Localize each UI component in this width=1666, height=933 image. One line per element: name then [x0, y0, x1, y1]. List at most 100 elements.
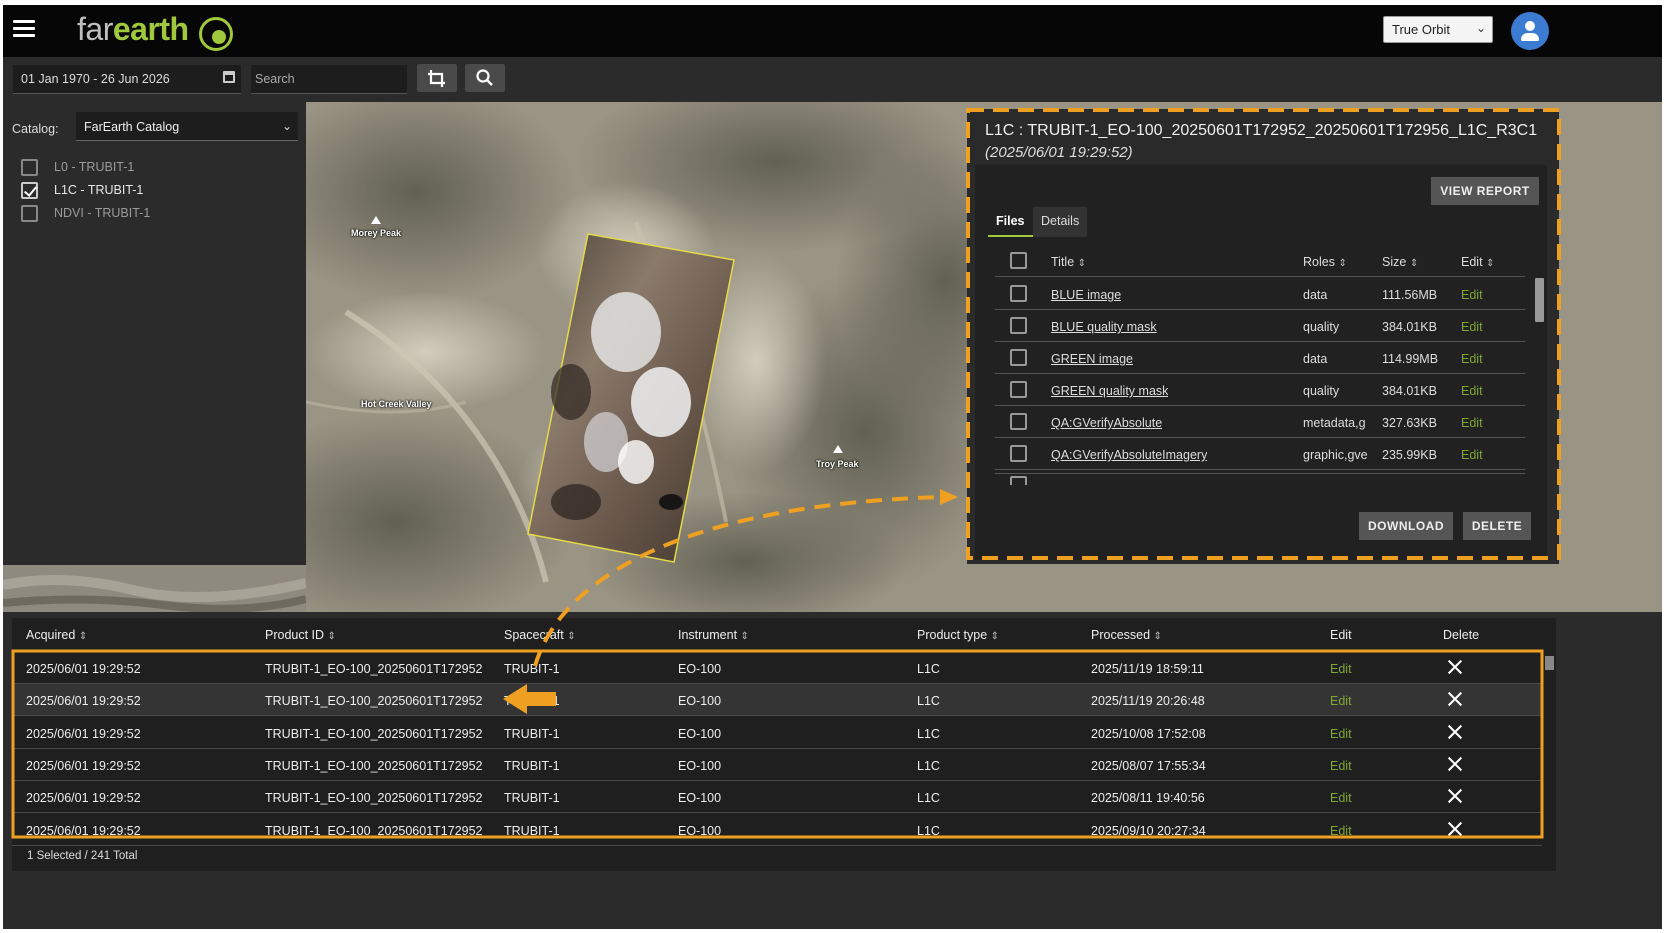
file-title-link[interactable]: BLUE image: [1051, 288, 1121, 302]
column-title[interactable]: Title ⇕: [1051, 255, 1086, 269]
map-view-strip[interactable]: [3, 565, 306, 612]
cell-processed: 2025/11/19 20:26:48: [1091, 694, 1205, 709]
user-avatar-icon[interactable]: [1511, 12, 1549, 50]
row-edit-link[interactable]: Edit: [1330, 662, 1352, 676]
tab-details[interactable]: Details: [1033, 207, 1088, 237]
row-edit-link[interactable]: Edit: [1330, 727, 1352, 741]
search-button[interactable]: [465, 64, 505, 92]
catalog-item-ndvi[interactable]: NDVI - TRUBIT-1: [21, 203, 150, 223]
delete-button[interactable]: DELETE: [1463, 512, 1531, 540]
file-row[interactable]: QA:GVerifyAbsoluteImagery graphic,gve 235.…: [995, 438, 1525, 470]
checkbox[interactable]: [21, 158, 38, 176]
file-row[interactable]: BLUE quality mask quality 384.01KB Edit: [995, 310, 1525, 342]
file-size: 235.99KB: [1382, 448, 1437, 462]
column-instrument[interactable]: Instrument ⇕: [678, 628, 749, 642]
file-title-link[interactable]: BLUE quality mask: [1051, 320, 1157, 334]
row-edit-link[interactable]: Edit: [1330, 759, 1352, 773]
map-label-hot-creek-valley: Hot Creek Valley: [361, 399, 432, 409]
column-processed[interactable]: Processed ⇕: [1091, 628, 1162, 642]
cell-product-type: L1C: [917, 758, 940, 773]
file-row[interactable]: QA:GVerifyAbsolute metadata,g 327.63KB Edit: [995, 406, 1525, 438]
files-scrollbar[interactable]: [1535, 278, 1544, 322]
table-row[interactable]: 2025/06/01 19:29:52 TRUBIT-1_EO-100_20250…: [12, 717, 1542, 749]
column-roles[interactable]: Roles ⇕: [1303, 255, 1347, 269]
column-product-type[interactable]: Product type ⇕: [917, 628, 999, 642]
checkbox-checked[interactable]: [21, 181, 38, 199]
cell-spacecraft: TRUBIT-1: [504, 662, 560, 676]
view-report-button[interactable]: VIEW REPORT: [1431, 177, 1539, 205]
file-row[interactable]: BLUE image data 111.56MB Edit: [995, 278, 1525, 310]
cell-acquired: 2025/06/01 19:29:52: [26, 758, 141, 773]
row-checkbox[interactable]: [1010, 476, 1027, 485]
catalog-item-l0[interactable]: L0 - TRUBIT-1: [21, 157, 134, 177]
orbit-select[interactable]: True Orbit ⌄: [1383, 16, 1493, 43]
file-size: 384.01KB: [1382, 384, 1437, 398]
catalog-select[interactable]: FarEarth Catalog ⌄: [76, 112, 298, 141]
cell-processed: 2025/10/08 17:52:08: [1091, 726, 1206, 741]
table-row[interactable]: 2025/06/01 19:29:52 TRUBIT-1_EO-100_20250…: [12, 814, 1542, 846]
date-range-picker[interactable]: 01 Jan 1970 - 26 Jun 2026: [13, 65, 241, 94]
sort-icon: ⇕: [1153, 631, 1162, 642]
download-button[interactable]: DOWNLOAD: [1359, 512, 1453, 540]
calendar-icon[interactable]: [223, 71, 235, 83]
cell-instrument: EO-100: [678, 726, 722, 741]
table-row-selected[interactable]: 2025/06/01 19:29:52 TRUBIT-1_EO-100_20250…: [12, 684, 1542, 717]
row-edit-link[interactable]: Edit: [1330, 694, 1352, 708]
column-spacecraft[interactable]: Spacecraft ⇕: [504, 628, 576, 642]
delete-x-icon[interactable]: [1447, 821, 1463, 837]
file-edit-link[interactable]: Edit: [1461, 416, 1483, 430]
search-input[interactable]: [251, 65, 407, 94]
select-all-checkbox[interactable]: [1010, 252, 1027, 269]
file-edit-link[interactable]: Edit: [1461, 288, 1483, 302]
cell-acquired: 2025/06/01 19:29:52: [26, 694, 141, 709]
sort-icon: ⇕: [567, 631, 576, 642]
tab-files[interactable]: Files: [988, 207, 1033, 237]
file-edit-link[interactable]: Edit: [1461, 352, 1483, 366]
cell-acquired: 2025/06/01 19:29:52: [26, 726, 141, 741]
row-checkbox[interactable]: [1010, 381, 1027, 398]
sort-icon: ⇕: [990, 631, 1000, 642]
row-edit-link[interactable]: Edit: [1330, 791, 1352, 805]
file-edit-link[interactable]: Edit: [1461, 384, 1483, 398]
delete-x-icon[interactable]: [1447, 724, 1463, 740]
delete-x-icon[interactable]: [1447, 788, 1463, 804]
crop-button[interactable]: [417, 64, 457, 92]
cell-processed: 2025/08/07 17:55:34: [1091, 758, 1206, 773]
results-scrollbar[interactable]: [1545, 656, 1554, 670]
product-detail-panel: L1C : TRUBIT-1_EO-100_20250601T172952_20…: [967, 109, 1559, 564]
column-size[interactable]: Size ⇕: [1382, 255, 1418, 269]
table-row[interactable]: 2025/06/01 19:29:52 TRUBIT-1_EO-100_20250…: [12, 781, 1542, 814]
checkbox[interactable]: [21, 204, 38, 222]
file-edit-link[interactable]: Edit: [1461, 448, 1483, 462]
file-row[interactable]: GREEN quality mask quality 384.01KB Edit: [995, 374, 1525, 406]
file-row[interactable]: GREEN image data 114.99MB Edit: [995, 342, 1525, 374]
cell-processed: 2025/11/19 18:59:11: [1091, 662, 1204, 676]
table-row[interactable]: 2025/06/01 19:29:52 TRUBIT-1_EO-100_20250…: [12, 652, 1542, 684]
table-row[interactable]: 2025/06/01 19:29:52 TRUBIT-1_EO-100_20250…: [12, 749, 1542, 781]
file-title-link[interactable]: QA:GVerifyAbsolute: [1051, 416, 1162, 430]
top-bar: farearth True Orbit ⌄: [3, 5, 1662, 57]
row-edit-link[interactable]: Edit: [1330, 824, 1352, 838]
file-title-link[interactable]: GREEN image: [1051, 352, 1133, 366]
column-acquired[interactable]: Acquired ⇕: [26, 628, 87, 642]
row-checkbox[interactable]: [1010, 285, 1027, 302]
row-checkbox[interactable]: [1010, 317, 1027, 334]
delete-x-icon[interactable]: [1447, 659, 1463, 675]
file-title-link[interactable]: QA:GVerifyAbsoluteImagery: [1051, 448, 1207, 462]
cell-acquired: 2025/06/01 19:29:52: [26, 662, 141, 676]
column-product-id[interactable]: Product ID ⇕: [265, 628, 336, 642]
row-checkbox[interactable]: [1010, 349, 1027, 366]
delete-x-icon[interactable]: [1447, 691, 1463, 707]
row-checkbox[interactable]: [1010, 445, 1027, 462]
file-title-link[interactable]: GREEN quality mask: [1051, 384, 1168, 398]
column-edit[interactable]: Edit ⇕: [1461, 255, 1494, 269]
row-checkbox[interactable]: [1010, 413, 1027, 430]
cell-spacecraft: TRUBIT-1: [504, 758, 560, 773]
sort-icon: ⇕: [1077, 258, 1087, 269]
hamburger-menu-icon[interactable]: [13, 20, 35, 40]
file-edit-link[interactable]: Edit: [1461, 320, 1483, 334]
file-roles: data: [1303, 288, 1328, 302]
catalog-item-l1c[interactable]: L1C - TRUBIT-1: [21, 180, 143, 200]
cell-product-id: TRUBIT-1_EO-100_20250601T172952: [265, 758, 483, 773]
delete-x-icon[interactable]: [1447, 756, 1463, 772]
